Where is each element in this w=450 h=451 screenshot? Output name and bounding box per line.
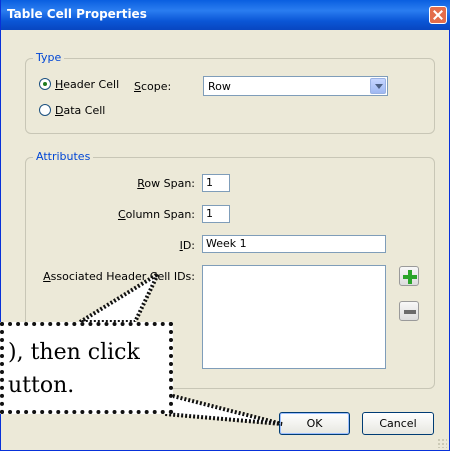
- callout-line-1: ), then click: [8, 340, 140, 365]
- scope-selected-value: Row: [208, 80, 231, 93]
- column-span-label: Column Span:: [117, 208, 195, 221]
- remove-header-id-button[interactable]: [399, 301, 419, 321]
- callout-line-2: utton.: [8, 373, 75, 398]
- add-header-id-button[interactable]: [399, 266, 419, 286]
- header-cell-radio[interactable]: [39, 78, 51, 90]
- title-bar: Table Cell Properties: [1, 0, 450, 30]
- close-icon[interactable]: [429, 6, 447, 24]
- resize-grip-icon[interactable]: [437, 438, 447, 448]
- callout-box: ), then click utton.: [0, 322, 173, 414]
- associated-header-ids-label: Associated Header Cell IDs:: [43, 270, 195, 283]
- scope-label: Scope:: [134, 80, 172, 93]
- row-span-input[interactable]: 1: [202, 174, 230, 192]
- plus-icon: [403, 270, 417, 284]
- chevron-down-icon[interactable]: [370, 78, 386, 94]
- ok-button[interactable]: OK: [279, 412, 350, 435]
- id-label: ID:: [179, 239, 195, 252]
- data-cell-label: Data Cell: [55, 104, 106, 117]
- scope-dropdown[interactable]: Row: [203, 76, 388, 96]
- attributes-legend: Attributes: [33, 151, 94, 163]
- dialog-title: Table Cell Properties: [7, 7, 147, 21]
- header-cell-label: Header Cell: [55, 78, 120, 91]
- id-input[interactable]: Week 1: [202, 235, 386, 253]
- column-span-input[interactable]: 1: [202, 205, 230, 223]
- type-group: [25, 58, 435, 134]
- type-legend: Type: [33, 52, 65, 64]
- cancel-button[interactable]: Cancel: [362, 412, 434, 435]
- row-span-label: Row Span:: [137, 177, 195, 190]
- associated-header-ids-list[interactable]: [202, 265, 386, 369]
- minus-icon: [404, 310, 416, 314]
- data-cell-radio[interactable]: [39, 104, 51, 116]
